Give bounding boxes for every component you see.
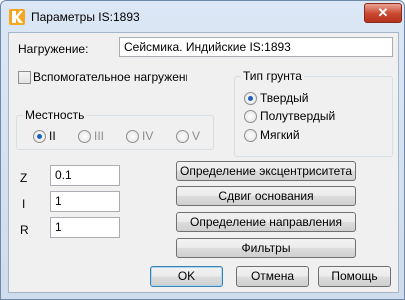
auxiliary-load-label[interactable]: Вспомогательное нагружение bbox=[33, 70, 187, 84]
terrain-radio-iii[interactable] bbox=[78, 130, 91, 143]
soil-radio-soft[interactable] bbox=[244, 129, 257, 142]
ok-button[interactable]: OK bbox=[150, 266, 223, 287]
terrain-label-ii[interactable]: II bbox=[49, 129, 56, 143]
soil-label-soft[interactable]: Мягкий bbox=[260, 128, 300, 142]
load-name-field[interactable]: Сейсмика. Индийские IS:1893 bbox=[119, 37, 393, 57]
z-label: Z bbox=[20, 171, 28, 185]
terrain-radio-iv[interactable] bbox=[126, 130, 139, 143]
close-icon: ✕ bbox=[377, 5, 389, 20]
close-button[interactable]: ✕ bbox=[364, 3, 402, 23]
terrain-group-title: Местность bbox=[23, 108, 87, 122]
base-shift-button[interactable]: Сдвиг основания bbox=[176, 186, 356, 206]
r-input[interactable]: 1 bbox=[50, 217, 120, 238]
soil-label-medium[interactable]: Полутвердый bbox=[260, 109, 335, 123]
terrain-radio-v[interactable] bbox=[176, 130, 189, 143]
terrain-label-iii[interactable]: III bbox=[94, 129, 104, 143]
auxiliary-load-checkbox[interactable] bbox=[18, 71, 31, 84]
soil-label-hard[interactable]: Твердый bbox=[260, 91, 308, 105]
terrain-label-v[interactable]: V bbox=[192, 129, 200, 143]
r-label: R bbox=[20, 223, 29, 237]
help-button[interactable]: Помощь bbox=[318, 266, 391, 287]
cancel-button[interactable]: Отмена bbox=[236, 266, 309, 287]
dialog-body: Нагружение: Сейсмика. Индийские IS:1893 … bbox=[8, 32, 399, 293]
soil-radio-medium[interactable] bbox=[244, 110, 257, 123]
terrain-radio-ii[interactable] bbox=[33, 130, 46, 143]
load-label: Нагружение: bbox=[18, 42, 89, 56]
window-title: Параметры IS:1893 bbox=[31, 10, 140, 24]
soil-type-group-title: Тип грунта bbox=[241, 69, 304, 83]
title-bar[interactable]: Параметры IS:1893 ✕ bbox=[1, 1, 404, 33]
dialog-window: Параметры IS:1893 ✕ Нагружение: Сейсмика… bbox=[0, 0, 405, 300]
i-label: I bbox=[22, 197, 26, 211]
i-input[interactable]: 1 bbox=[50, 191, 120, 212]
eccentricity-button[interactable]: Определение эксцентриситета bbox=[176, 161, 356, 181]
soil-radio-hard[interactable] bbox=[244, 92, 257, 105]
app-logo-icon bbox=[9, 9, 25, 25]
filters-button[interactable]: Фильтры bbox=[176, 238, 356, 258]
direction-button[interactable]: Определение направления bbox=[176, 212, 356, 232]
z-input[interactable]: 0.1 bbox=[50, 165, 120, 186]
terrain-label-iv[interactable]: IV bbox=[142, 129, 153, 143]
